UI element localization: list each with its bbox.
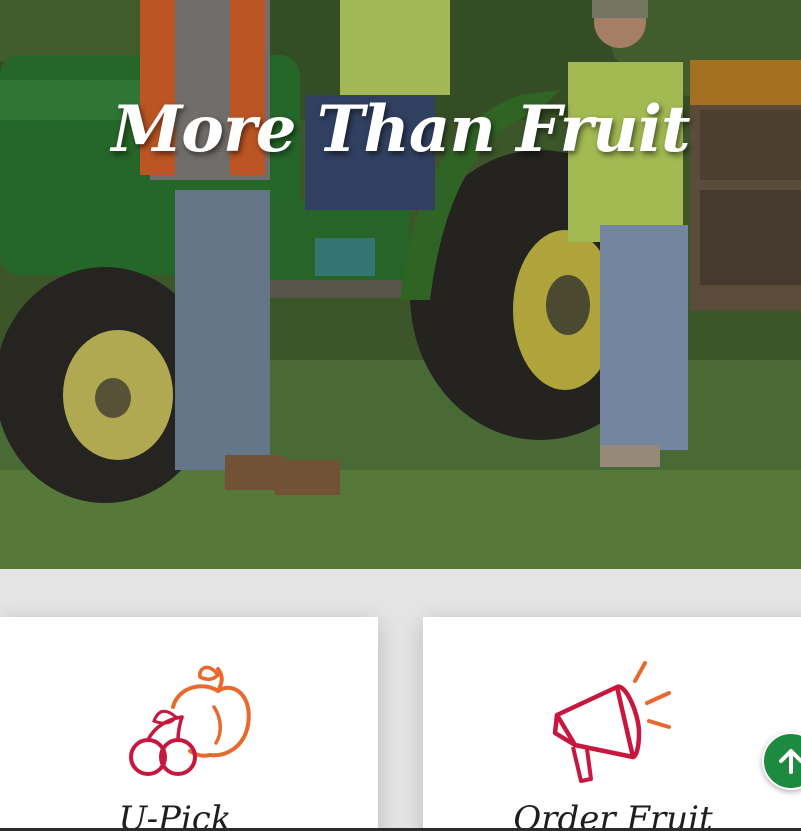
order-fruit-title[interactable]: Order Fruit [423,799,801,831]
u-pick-card[interactable]: U-Pick [0,617,378,831]
u-pick-title[interactable]: U-Pick [0,799,350,831]
arrow-up-icon [779,749,801,774]
order-fruit-card[interactable]: Order Fruit [423,617,801,831]
hero-photo [0,0,801,569]
hero-banner: More Than Fruit [0,0,801,569]
megaphone-icon [552,661,671,783]
page: More Than Fruit U-Pick Order Fruit [0,0,801,831]
fruit-icon [129,665,251,776]
hero-title: More Than Fruit [111,92,690,167]
services-section: U-Pick Order Fruit [0,569,801,831]
